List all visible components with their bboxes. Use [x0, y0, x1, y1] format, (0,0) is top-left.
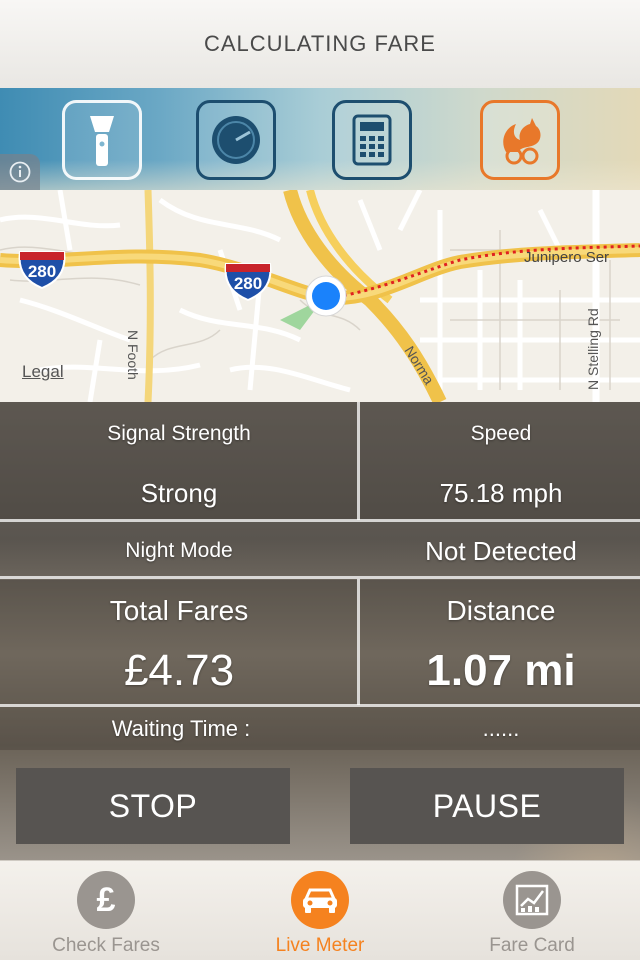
distance-value: 1.07 mi: [426, 646, 576, 695]
tab-live-meter[interactable]: Live Meter: [220, 871, 420, 957]
chart-icon: [503, 871, 561, 929]
pound-icon: £: [77, 871, 135, 929]
stop-button[interactable]: STOP: [16, 768, 290, 844]
total-fares-value: £4.73: [123, 646, 235, 695]
divider: [357, 402, 360, 520]
shield-label-1: 280: [28, 262, 56, 281]
calculator-icon: [352, 114, 392, 166]
street-label-norman: Norma: [401, 343, 437, 387]
signal-strength-label: Signal Strength: [107, 422, 251, 445]
compass-button[interactable]: [196, 100, 276, 180]
calculator-button[interactable]: [332, 100, 412, 180]
divider: [0, 576, 640, 579]
signal-strength-value: Strong: [140, 478, 218, 508]
divider: [0, 704, 640, 707]
uc-browser-button[interactable]: [480, 100, 560, 180]
total-fares-label: Total Fares: [109, 595, 249, 626]
tab-bar: £ Check Fares Live Meter Fare Card: [0, 860, 640, 960]
tab-label: Check Fares: [52, 935, 160, 956]
street-label-junipero: Junipero Ser: [524, 249, 609, 266]
header-bar: CALCULATING FARE: [0, 0, 640, 88]
divider: [357, 579, 360, 705]
tools-bar: [0, 88, 640, 190]
waiting-time-label: Waiting Time :: [111, 716, 251, 741]
distance-label: Distance: [446, 595, 556, 626]
tab-check-fares[interactable]: £ Check Fares: [6, 871, 206, 957]
map-graphic: 280 280 Junipero Ser N Stelling Rd N Foo…: [0, 190, 640, 402]
page-title: CALCULATING FARE: [204, 31, 436, 56]
night-mode-value: Not Detected: [425, 536, 577, 566]
speed-value: 75.18 mph: [439, 478, 563, 508]
tab-label: Live Meter: [275, 935, 365, 956]
current-location-dot: [312, 282, 340, 310]
waiting-time-value: ......: [482, 716, 520, 741]
speed-label: Speed: [470, 422, 532, 445]
info-button[interactable]: [0, 154, 40, 190]
compass-icon: [212, 116, 260, 164]
flashlight-button[interactable]: [62, 100, 142, 180]
flashlight-icon: [90, 116, 114, 166]
info-icon: [9, 161, 31, 183]
stats-panel: Signal Strength Strong Speed 75.18 mph N…: [0, 402, 640, 860]
shield-label-2: 280: [234, 274, 262, 293]
divider: [0, 519, 640, 522]
tab-fare-card[interactable]: Fare Card: [432, 871, 632, 957]
squirrel-icon: [503, 118, 541, 165]
map-legal-link[interactable]: Legal: [22, 362, 64, 382]
tab-label: Fare Card: [489, 935, 575, 956]
night-mode-label: Night Mode: [125, 539, 233, 562]
street-label-stelling: N Stelling Rd: [585, 308, 601, 390]
pause-button[interactable]: PAUSE: [350, 768, 624, 844]
car-icon: [291, 871, 349, 929]
street-label-foothill: N Footh: [125, 330, 141, 380]
map-view[interactable]: 280 280 Junipero Ser N Stelling Rd N Foo…: [0, 190, 640, 402]
